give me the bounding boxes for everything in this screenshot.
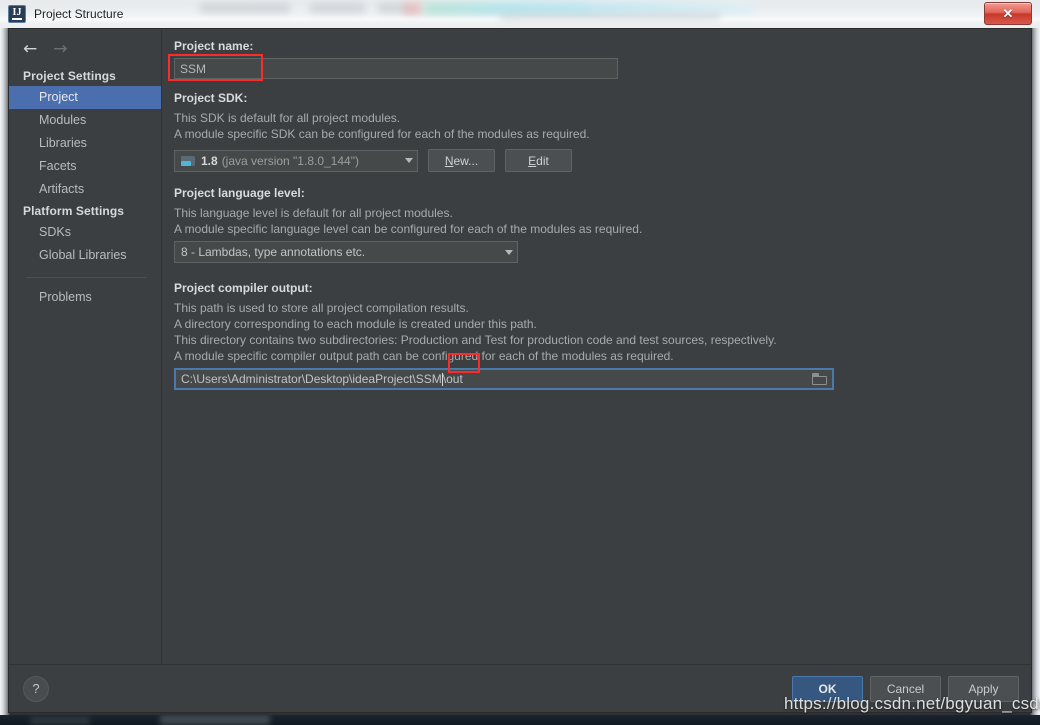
group-header-platform-settings: Platform Settings bbox=[23, 204, 125, 218]
language-level-label: Project language level: bbox=[174, 186, 305, 200]
close-button[interactable]: ✕ bbox=[984, 2, 1032, 25]
project-sdk-version: 1.8 bbox=[201, 153, 218, 168]
folder-browse-icon[interactable] bbox=[812, 372, 828, 386]
sidebar-item-libraries[interactable]: Libraries bbox=[9, 132, 161, 155]
close-icon: ✕ bbox=[1002, 6, 1014, 21]
compiler-output-path-suffix: \out bbox=[442, 372, 463, 386]
cancel-button[interactable]: Cancel bbox=[870, 675, 941, 702]
new-sdk-mnemonic: N bbox=[444, 153, 454, 168]
language-level-desc-line-1: This language level is default for all p… bbox=[174, 206, 453, 220]
project-sdk-detail: (java version "1.8.0_144") bbox=[221, 153, 359, 168]
project-sdk-label: Project SDK: bbox=[174, 91, 248, 105]
compiler-output-desc-line-4: A module specific compiler output path c… bbox=[174, 349, 674, 363]
project-sdk-dropdown[interactable]: 1.8 (java version "1.8.0_144") bbox=[174, 149, 418, 172]
edit-sdk-label-suffix: dit bbox=[536, 153, 549, 168]
compiler-output-path-input[interactable]: C:\Users\Administrator\Desktop\ideaProje… bbox=[174, 368, 834, 390]
project-name-label: Project name: bbox=[174, 39, 254, 53]
compiler-output-desc-line-1: This path is used to store all project c… bbox=[174, 301, 469, 315]
back-arrow-icon[interactable]: ← bbox=[23, 41, 37, 58]
project-sdk-desc-line-1: This SDK is default for all project modu… bbox=[174, 111, 401, 125]
project-sdk-section: Project SDK: This SDK is default for all… bbox=[174, 91, 1015, 172]
language-level-desc-line-2: A module specific language level can be … bbox=[174, 222, 643, 236]
chevron-down-icon bbox=[505, 249, 513, 255]
language-level-dropdown[interactable]: 8 - Lambdas, type annotations etc. bbox=[174, 241, 518, 263]
chevron-down-icon bbox=[405, 158, 413, 163]
project-sdk-row: 1.8 (java version "1.8.0_144") New... Ed… bbox=[174, 149, 1015, 172]
settings-sidebar: ← → Project Settings Project Modules Lib… bbox=[9, 29, 162, 664]
folder-icon bbox=[181, 155, 196, 167]
sidebar-item-artifacts[interactable]: Artifacts bbox=[9, 178, 161, 201]
compiler-output-desc-line-2: A directory corresponding to each module… bbox=[174, 317, 537, 331]
dialog-footer: ? OK Cancel Apply bbox=[9, 664, 1031, 712]
group-header-project-settings: Project Settings bbox=[23, 69, 116, 83]
sidebar-item-facets[interactable]: Facets bbox=[9, 155, 161, 178]
language-level-section: Project language level: This language le… bbox=[174, 186, 1015, 263]
help-button[interactable]: ? bbox=[23, 675, 49, 702]
compiler-output-label: Project compiler output: bbox=[174, 281, 313, 295]
sidebar-item-project[interactable]: Project bbox=[9, 86, 161, 109]
dialog-main: ← → Project Settings Project Modules Lib… bbox=[9, 29, 1031, 664]
project-name-input[interactable]: SSM bbox=[174, 58, 618, 79]
ok-button-label: OK bbox=[818, 681, 837, 696]
project-settings-panel: Project name: SSM Project SDK: This SDK … bbox=[162, 29, 1031, 664]
project-name-section: Project name: SSM bbox=[168, 39, 1015, 81]
window-title: Project Structure bbox=[34, 7, 124, 21]
project-sdk-desc-line-2: A module specific SDK can be configured … bbox=[174, 127, 590, 141]
nav-arrows: ← → bbox=[9, 37, 161, 66]
compiler-output-section: Project compiler output: This path is us… bbox=[174, 281, 1015, 390]
new-sdk-button[interactable]: New... bbox=[428, 149, 495, 172]
title-bar: Project Structure ✕ bbox=[0, 0, 1040, 28]
cancel-button-label: Cancel bbox=[886, 681, 925, 696]
question-mark-icon: ? bbox=[32, 681, 40, 696]
project-structure-window: Project Structure ✕ ← → Project Settings… bbox=[0, 0, 1040, 715]
apply-button[interactable]: Apply bbox=[948, 675, 1019, 702]
title-bar-left: Project Structure bbox=[0, 0, 123, 28]
sidebar-item-global-libraries[interactable]: Global Libraries bbox=[9, 244, 161, 267]
forward-arrow-icon[interactable]: → bbox=[53, 41, 67, 58]
compiler-output-path-highlight: SSM bbox=[415, 372, 442, 386]
intellij-idea-icon bbox=[8, 5, 26, 23]
sidebar-item-modules[interactable]: Modules bbox=[9, 109, 161, 132]
project-structure-dialog: ← → Project Settings Project Modules Lib… bbox=[9, 29, 1031, 712]
dialog-button-group: OK Cancel Apply bbox=[792, 675, 1019, 702]
screenshot-root: Project Structure ✕ ← → Project Settings… bbox=[0, 0, 1040, 725]
compiler-output-desc-line-3: This directory contains two subdirectori… bbox=[174, 333, 777, 347]
apply-button-label: Apply bbox=[968, 681, 999, 696]
desktop-bottom-strip bbox=[0, 715, 1040, 725]
compiler-output-path-prefix: C:\Users\Administrator\Desktop\ideaProje… bbox=[181, 372, 416, 386]
language-level-value: 8 - Lambdas, type annotations etc. bbox=[181, 245, 366, 259]
ok-button[interactable]: OK bbox=[792, 675, 863, 702]
sidebar-item-problems[interactable]: Problems bbox=[9, 286, 161, 309]
new-sdk-label-suffix: ew... bbox=[453, 153, 479, 168]
sidebar-item-sdks[interactable]: SDKs bbox=[9, 221, 161, 244]
sidebar-divider bbox=[27, 277, 147, 278]
edit-sdk-button[interactable]: Edit bbox=[505, 149, 572, 172]
edit-sdk-mnemonic: E bbox=[528, 153, 537, 168]
